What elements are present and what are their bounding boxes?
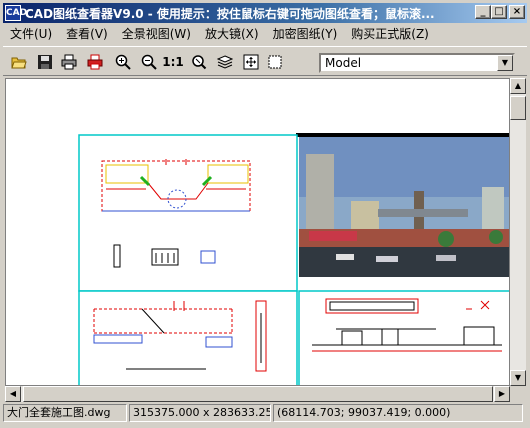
- open-folder-icon[interactable]: [9, 52, 29, 72]
- layers-icon[interactable]: [215, 52, 235, 72]
- actual-size-button[interactable]: 1:1: [162, 52, 184, 72]
- toolbar: 1:1 Model ▼: [3, 46, 527, 76]
- scroll-left-button[interactable]: ◀: [5, 386, 21, 402]
- vertical-scroll-thumb[interactable]: [510, 96, 526, 120]
- sheet-elevation-bottom-right: [298, 290, 509, 385]
- title-bar[interactable]: CAD CAD图纸查看器V9.0 - 使用提示：按住鼠标右键可拖动图纸查看；鼠标…: [3, 3, 527, 23]
- scroll-right-button[interactable]: ▶: [494, 386, 510, 402]
- window-title: CAD图纸查看器V9.0 - 使用提示：按住鼠标右键可拖动图纸查看；鼠标滚...: [25, 6, 435, 21]
- zoom-window-icon[interactable]: [189, 52, 209, 72]
- print-icon[interactable]: [59, 52, 79, 72]
- status-cursor-coords: (68114.703; 99037.419; 0.000): [273, 404, 523, 422]
- sheet-elevation-bottom-left: [78, 290, 298, 385]
- layout-select[interactable]: Model ▼: [319, 53, 515, 73]
- cad-app-icon[interactable]: CAD: [5, 5, 27, 21]
- cad-drawing: [78, 133, 509, 385]
- minimize-button[interactable]: _: [475, 5, 491, 19]
- zoom-out-icon[interactable]: [139, 52, 159, 72]
- fit-extents-icon[interactable]: [241, 52, 261, 72]
- status-filename: 大门全套施工图.dwg: [3, 404, 127, 422]
- maximize-button[interactable]: □: [491, 5, 507, 19]
- gate-rendering-image: [299, 137, 509, 277]
- status-extents: 315375.000 x 283633.254: [129, 404, 271, 422]
- layout-select-value: Model: [325, 56, 362, 70]
- scrollbar-corner: [510, 386, 526, 402]
- sheet-edge: [296, 133, 509, 137]
- menu-encrypt[interactable]: 加密图纸(Y): [266, 25, 345, 42]
- close-button[interactable]: ×: [509, 5, 525, 19]
- menu-view[interactable]: 查看(V): [59, 25, 115, 42]
- chevron-down-icon[interactable]: ▼: [497, 55, 513, 71]
- drawing-canvas[interactable]: [5, 78, 510, 386]
- menu-magnifier[interactable]: 放大镜(X): [198, 25, 266, 42]
- horizontal-scroll-thumb[interactable]: [23, 386, 493, 402]
- menu-buy[interactable]: 购买正式版(Z): [344, 25, 436, 42]
- menu-file[interactable]: 文件(U): [3, 25, 59, 42]
- print-color-icon[interactable]: [85, 52, 105, 72]
- app-window: CAD CAD图纸查看器V9.0 - 使用提示：按住鼠标右键可拖动图纸查看；鼠标…: [0, 0, 530, 428]
- sheet-plan-top-left: [78, 134, 298, 292]
- vertical-scrollbar[interactable]: ▲ ▼: [510, 78, 526, 386]
- menu-panorama[interactable]: 全景视图(W): [115, 25, 198, 42]
- fullscreen-icon[interactable]: [265, 52, 285, 72]
- scroll-up-button[interactable]: ▲: [510, 78, 526, 94]
- zoom-in-icon[interactable]: [113, 52, 133, 72]
- save-icon[interactable]: [35, 52, 55, 72]
- scroll-down-button[interactable]: ▼: [510, 370, 526, 386]
- menu-bar: 文件(U) 查看(V) 全景视图(W) 放大镜(X) 加密图纸(Y) 购买正式版…: [3, 24, 527, 43]
- horizontal-scrollbar[interactable]: ◀ ▶: [5, 386, 510, 402]
- status-bar: 大门全套施工图.dwg 315375.000 x 283633.254 (681…: [3, 404, 527, 424]
